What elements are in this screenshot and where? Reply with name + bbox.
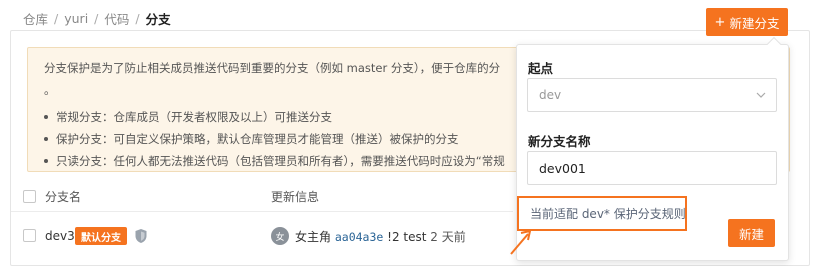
create-button[interactable]: 新建 <box>728 219 775 247</box>
origin-select[interactable]: dev <box>527 78 777 112</box>
origin-label: 起点 <box>528 61 554 76</box>
select-all-checkbox[interactable] <box>23 189 36 203</box>
branch-name-input[interactable]: dev001 <box>527 151 777 185</box>
new-branch-label: 新建分支 <box>729 15 780 31</box>
branch-name-input-value: dev001 <box>539 160 586 176</box>
bullet-icon <box>44 137 48 141</box>
breadcrumb-code[interactable]: 代码 <box>104 9 129 28</box>
notice-intro-continued: 。 <box>44 83 56 97</box>
breadcrumb-user[interactable]: yuri <box>64 11 88 26</box>
breadcrumb: 仓库 / yuri / 代码 / 分支 <box>23 9 171 28</box>
commit-message[interactable]: !2 test <box>387 230 426 244</box>
notice-intro: 分支保护是为了防止相关成员推送代码到重要的分支（例如 master 分支），便于… <box>44 61 501 75</box>
branch-name-link[interactable]: dev3 <box>45 229 75 243</box>
plus-icon: + <box>714 14 726 30</box>
avatar: 女 <box>271 227 289 245</box>
divider <box>11 211 513 212</box>
shield-icon <box>135 229 147 243</box>
table-row: dev3 默认分支 女 女主角 aa04a3e !2 test 2 天前 <box>23 225 513 247</box>
notice-list: 常规分支：仓库成员（开发者权限及以上）可推送分支 保护分支：可自定义保护策略，默… <box>44 106 505 172</box>
table-header: 分支名 更新信息 <box>23 186 513 206</box>
chevron-down-icon <box>756 92 766 98</box>
notice-item-readonly: 只读分支：任何人都无法推送代码（包括管理员和所有者），需要推送代码时应设为“常规 <box>44 150 505 172</box>
new-branch-popover: 起点 dev 新分支名称 dev001 当前适配 dev* 保护分支规则 新建 <box>516 36 789 261</box>
protection-rule-hint: 当前适配 dev* 保护分支规则 <box>517 196 687 231</box>
commit-time: 2 天前 <box>430 230 466 244</box>
bullet-icon <box>44 115 48 119</box>
branch-name-label: 新分支名称 <box>528 134 591 149</box>
bullet-icon <box>44 159 48 163</box>
commit-author[interactable]: 女主角 <box>295 230 331 244</box>
notice-item-protected: 保护分支：可自定义保护策略，默认仓库管理员才能管理（推送）被保护的分支 <box>44 128 505 150</box>
origin-select-value: dev <box>539 88 562 102</box>
notice-item-regular: 常规分支：仓库成员（开发者权限及以上）可推送分支 <box>44 106 505 128</box>
column-update-info: 更新信息 <box>271 189 320 204</box>
row-checkbox[interactable] <box>23 229 36 242</box>
callout-arrow-icon <box>510 229 532 255</box>
breadcrumb-repo[interactable]: 仓库 <box>23 9 48 28</box>
default-branch-badge: 默认分支 <box>75 227 127 245</box>
breadcrumb-current: 分支 <box>145 12 171 27</box>
breadcrumb-separator: / <box>135 11 140 26</box>
breadcrumb-separator: / <box>54 11 59 26</box>
column-branch-name: 分支名 <box>45 189 82 204</box>
new-branch-button[interactable]: + 新建分支 <box>706 8 788 36</box>
commit-info: 女主角 aa04a3e !2 test 2 天前 <box>295 228 466 245</box>
commit-hash-link[interactable]: aa04a3e <box>335 230 383 244</box>
breadcrumb-separator: / <box>94 11 99 26</box>
